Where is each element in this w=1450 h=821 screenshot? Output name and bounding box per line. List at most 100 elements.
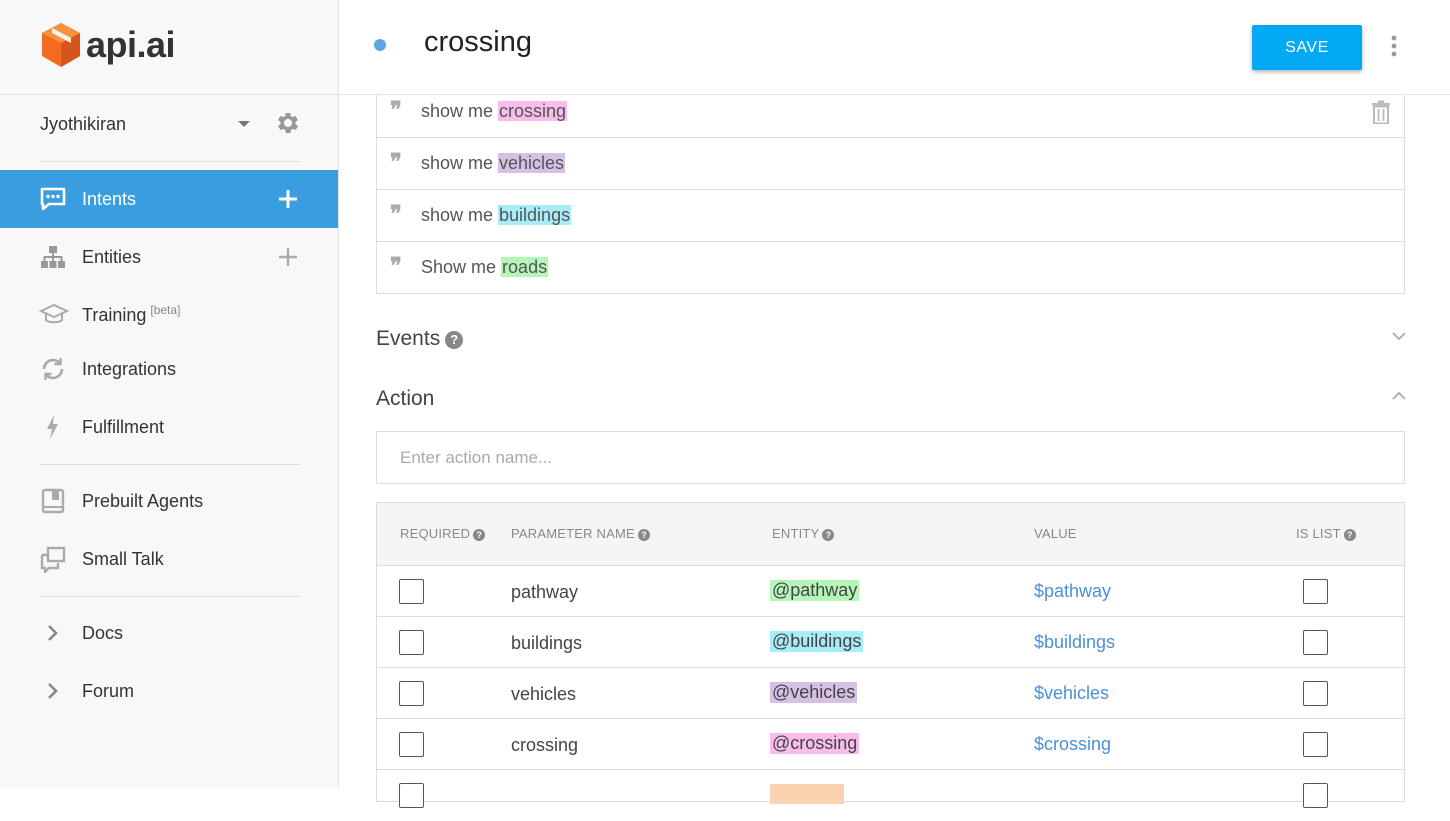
parameter-name[interactable]: pathway [511, 582, 578, 603]
parameter-name[interactable]: crossing [511, 735, 578, 756]
parameter-entity[interactable]: @crossing [770, 733, 860, 754]
chat-bubbles-icon [40, 546, 66, 573]
parameter-entity[interactable]: @pathway [770, 580, 860, 601]
training-phrase-row[interactable]: ❞ show me vehicles [377, 138, 1404, 190]
divider [40, 596, 300, 597]
table-row: pathway @pathway $pathway [377, 566, 1404, 617]
parameters-table-header: REQUIRED? PARAMETER NAME? ENTITY? VALUE … [377, 503, 1404, 566]
parameter-entity[interactable]: @vehicles [770, 682, 858, 703]
phrase-text[interactable]: Show me roads [421, 257, 549, 278]
training-phrase-row[interactable]: ❞ Show me roads [377, 242, 1404, 294]
parameter-value[interactable]: $crossing [1034, 734, 1111, 755]
caret-down-icon[interactable] [238, 121, 250, 127]
sidebar-item-label: Training [beta] [82, 302, 181, 325]
sidebar-item-intents[interactable]: Intents [0, 170, 338, 228]
logo-cube-icon [42, 23, 80, 67]
divider [40, 464, 300, 465]
parameter-entity[interactable] [770, 784, 844, 804]
sidebar-item-prebuilt-agents[interactable]: Prebuilt Agents [0, 472, 338, 530]
more-options-icon[interactable] [1387, 33, 1401, 59]
sidebar-item-label: Intents [82, 188, 137, 209]
required-checkbox[interactable] [399, 579, 424, 604]
required-checkbox[interactable] [399, 681, 424, 706]
is-list-checkbox[interactable] [1303, 579, 1328, 604]
phrase-entity[interactable]: buildings [498, 205, 572, 225]
phrase-text[interactable]: show me buildings [421, 205, 572, 226]
help-icon[interactable]: ? [637, 529, 650, 541]
sidebar-item-training[interactable]: Training [beta] [0, 285, 338, 343]
quote-icon: ❞ [390, 97, 402, 123]
sidebar-item-entities[interactable]: Entities [0, 228, 338, 286]
is-list-checkbox[interactable] [1303, 783, 1328, 808]
help-icon[interactable]: ? [822, 529, 835, 541]
action-section-header[interactable]: Action [376, 387, 434, 411]
gear-icon[interactable] [274, 109, 302, 137]
quote-icon: ❞ [390, 149, 402, 175]
action-name-input[interactable] [376, 431, 1405, 484]
logo[interactable]: api.ai [40, 20, 176, 70]
add-entity-icon[interactable] [276, 245, 300, 269]
sidebar-item-docs[interactable]: Docs [0, 604, 338, 662]
required-checkbox[interactable] [399, 732, 424, 757]
divider [0, 94, 339, 95]
events-section-header[interactable]: Events? [376, 327, 464, 351]
training-phrase-row[interactable]: ❞ show me buildings [377, 190, 1404, 242]
save-button[interactable]: SAVE [1252, 25, 1362, 70]
col-entity: ENTITY? [772, 526, 835, 541]
col-required: REQUIRED? [400, 526, 486, 541]
parameter-entity[interactable]: @buildings [770, 631, 864, 652]
phrase-text[interactable]: show me vehicles [421, 153, 566, 174]
sidebar-item-forum[interactable]: Forum [0, 662, 338, 720]
is-list-checkbox[interactable] [1303, 732, 1328, 757]
is-list-checkbox[interactable] [1303, 681, 1328, 706]
sidebar-item-fulfillment[interactable]: Fulfillment [0, 398, 338, 456]
chevron-right-icon [48, 625, 58, 641]
help-icon[interactable]: ? [1343, 529, 1356, 541]
parameter-value[interactable]: $vehicles [1034, 683, 1109, 704]
phrase-entity[interactable]: crossing [498, 101, 568, 121]
add-intent-icon[interactable] [276, 187, 300, 211]
phrase-text[interactable]: show me crossing [421, 101, 568, 122]
parameter-value[interactable]: $buildings [1034, 632, 1115, 653]
training-phrases-list: ❞ show me crossing ❞ show me vehicles ❞ … [376, 86, 1405, 294]
chevron-up-icon[interactable] [1391, 391, 1407, 401]
sidebar-item-integrations[interactable]: Integrations [0, 340, 338, 398]
chevron-right-icon [48, 683, 58, 699]
chevron-down-icon[interactable] [1391, 331, 1407, 341]
help-icon[interactable]: ? [473, 529, 486, 541]
divider [40, 161, 300, 162]
sync-icon [42, 358, 64, 380]
quote-icon: ❞ [390, 253, 402, 279]
phrase-entity[interactable]: vehicles [498, 153, 566, 173]
events-title: Events [376, 327, 441, 350]
table-row: crossing @crossing $crossing [377, 719, 1404, 770]
parameter-name[interactable]: buildings [511, 633, 582, 654]
action-title: Action [376, 387, 435, 410]
intent-header: crossing SAVE [339, 0, 1450, 95]
chat-bubble-icon [40, 187, 66, 211]
required-checkbox[interactable] [399, 783, 424, 808]
sidebar: api.ai Jyothikiran Intents Entities Trai… [0, 0, 339, 788]
phrase-entity[interactable]: roads [501, 257, 549, 277]
table-row: buildings @buildings $buildings [377, 617, 1404, 668]
table-row: vehicles @vehicles $vehicles [377, 668, 1404, 719]
help-icon[interactable]: ? [445, 331, 464, 349]
col-value: VALUE [1034, 526, 1077, 541]
agent-name: Jyothikiran [40, 113, 127, 134]
col-is-list: IS LIST? [1296, 526, 1356, 541]
agent-selector[interactable]: Jyothikiran [40, 108, 302, 140]
required-checkbox[interactable] [399, 630, 424, 655]
book-icon [41, 488, 65, 514]
sidebar-item-label: Small Talk [82, 548, 164, 569]
lightning-bolt-icon [47, 415, 58, 439]
hierarchy-icon [41, 246, 65, 268]
is-list-checkbox[interactable] [1303, 630, 1328, 655]
parameter-name[interactable]: vehicles [511, 684, 576, 705]
status-dot-icon [374, 39, 386, 51]
parameter-value[interactable]: $pathway [1034, 581, 1111, 602]
sidebar-item-small-talk[interactable]: Small Talk [0, 530, 338, 588]
trash-icon[interactable] [1370, 100, 1392, 124]
sidebar-item-label: Fulfillment [82, 416, 165, 437]
sidebar-item-label: Entities [82, 246, 142, 267]
intent-title[interactable]: crossing [424, 26, 532, 59]
